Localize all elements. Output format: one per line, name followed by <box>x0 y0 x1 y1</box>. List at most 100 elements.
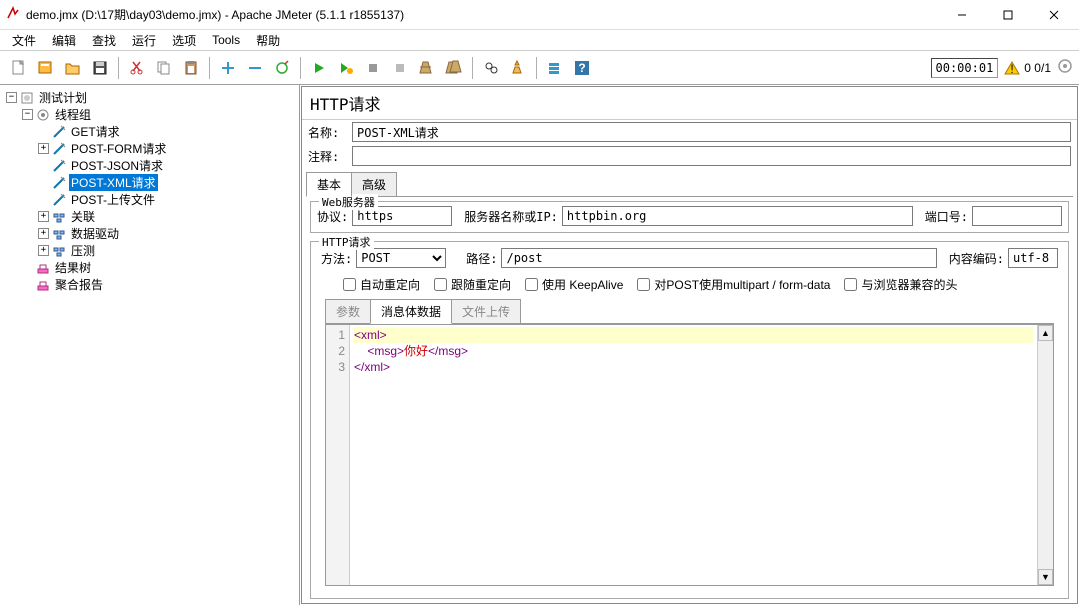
controller-icon <box>51 226 67 242</box>
sampler-icon <box>51 175 67 191</box>
scroll-up-icon[interactable]: ▲ <box>1038 325 1053 341</box>
app-icon <box>6 6 20 23</box>
toggle-icon[interactable] <box>269 55 295 81</box>
tree-toggle[interactable]: + <box>38 143 49 154</box>
tree-node-controller[interactable]: + 关联 <box>6 208 297 225</box>
tree-toggle[interactable]: − <box>22 109 33 120</box>
tree-node-sampler-selected[interactable]: POST-XML请求 <box>6 174 297 191</box>
tree-label[interactable]: POST-XML请求 <box>69 174 158 191</box>
menu-edit[interactable]: 编辑 <box>44 30 84 51</box>
tree-node-sampler[interactable]: + POST-FORM请求 <box>6 140 297 157</box>
listener-icon <box>35 260 51 276</box>
path-field[interactable] <box>501 248 936 268</box>
tree-label[interactable]: 压测 <box>69 242 97 259</box>
tree-panel[interactable]: − 测试计划 − 线程组 GET请求 + POST-FORM请求 <box>0 85 300 605</box>
tab-body-data[interactable]: 消息体数据 <box>370 299 452 324</box>
minimize-button[interactable] <box>939 1 985 29</box>
tree-label[interactable]: POST-JSON请求 <box>69 157 165 174</box>
clear-all-icon[interactable] <box>441 55 467 81</box>
tree-node-testplan[interactable]: − 测试计划 <box>6 89 297 106</box>
tree-label[interactable]: 测试计划 <box>37 89 89 106</box>
tree-toggle[interactable]: + <box>38 245 49 256</box>
listener-icon <box>35 277 51 293</box>
tree-node-listener[interactable]: 聚合报告 <box>6 276 297 293</box>
code-content[interactable]: <xml> <msg>你好</msg> </xml> <box>350 325 1037 585</box>
reset-search-icon[interactable] <box>505 55 531 81</box>
menu-options[interactable]: 选项 <box>164 30 204 51</box>
function-helper-icon[interactable] <box>542 55 568 81</box>
collapse-icon[interactable] <box>242 55 268 81</box>
maximize-button[interactable] <box>985 1 1031 29</box>
tree-toggle[interactable]: − <box>6 92 17 103</box>
tree-label[interactable]: 线程组 <box>53 106 93 123</box>
cb-browser-headers[interactable]: 与浏览器兼容的头 <box>844 276 957 293</box>
tree-label[interactable]: 数据驱动 <box>69 225 121 242</box>
menu-run[interactable]: 运行 <box>124 30 164 51</box>
clear-icon[interactable] <box>414 55 440 81</box>
tree-label[interactable]: POST-FORM请求 <box>69 140 168 157</box>
name-field[interactable] <box>352 122 1071 142</box>
stop-icon[interactable] <box>360 55 386 81</box>
paste-icon[interactable] <box>178 55 204 81</box>
server-field[interactable] <box>562 206 913 226</box>
editor-panel: HTTP请求 名称: 注释: 基本 高级 Web服务器 协议: 服务器名称或IP… <box>301 86 1078 604</box>
menu-search[interactable]: 查找 <box>84 30 124 51</box>
scroll-down-icon[interactable]: ▼ <box>1038 569 1053 585</box>
protocol-label: 协议: <box>317 208 348 225</box>
comments-field[interactable] <box>352 146 1071 166</box>
httprequest-legend: HTTP请求 <box>319 234 374 250</box>
tree-label[interactable]: 聚合报告 <box>53 276 105 293</box>
tree-toggle[interactable]: + <box>38 211 49 222</box>
tree-node-sampler[interactable]: POST-上传文件 <box>6 191 297 208</box>
error-count: ! 0 0/1 <box>1004 60 1051 76</box>
sampler-icon <box>51 158 67 174</box>
tree-label[interactable]: 关联 <box>69 208 97 225</box>
tab-basic[interactable]: 基本 <box>306 172 352 197</box>
encoding-field[interactable] <box>1008 248 1058 268</box>
port-label: 端口号: <box>925 208 968 225</box>
sampler-icon <box>51 124 67 140</box>
tree-label[interactable]: POST-上传文件 <box>69 191 157 208</box>
start-no-pause-icon[interactable] <box>333 55 359 81</box>
cb-follow-redirect[interactable]: 跟随重定向 <box>434 276 511 293</box>
tree-node-controller[interactable]: + 数据驱动 <box>6 225 297 242</box>
tree-node-listener[interactable]: 结果树 <box>6 259 297 276</box>
tree-node-threadgroup[interactable]: − 线程组 <box>6 106 297 123</box>
panel-title: HTTP请求 <box>302 87 1077 120</box>
tab-params[interactable]: 参数 <box>325 299 371 323</box>
port-field[interactable] <box>972 206 1062 226</box>
search-icon[interactable] <box>478 55 504 81</box>
cb-auto-redirect[interactable]: 自动重定向 <box>343 276 420 293</box>
menu-tools[interactable]: Tools <box>204 31 248 49</box>
expand-icon[interactable] <box>215 55 241 81</box>
close-button[interactable] <box>1031 1 1077 29</box>
method-select[interactable]: POST <box>356 248 446 268</box>
webserver-group: Web服务器 协议: 服务器名称或IP: 端口号: <box>310 201 1069 233</box>
cb-keepalive[interactable]: 使用 KeepAlive <box>525 276 623 293</box>
start-icon[interactable] <box>306 55 332 81</box>
tree-label[interactable]: 结果树 <box>53 259 93 276</box>
body-editor[interactable]: 1 2 3 <xml> <msg>你好</msg> </xml> ▲ ▼ <box>325 324 1054 586</box>
tree-node-sampler[interactable]: POST-JSON请求 <box>6 157 297 174</box>
menu-help[interactable]: 帮助 <box>248 30 288 51</box>
copy-icon[interactable] <box>151 55 177 81</box>
new-icon[interactable] <box>6 55 32 81</box>
tree-toggle[interactable]: + <box>38 228 49 239</box>
warning-icon: ! <box>1004 60 1020 76</box>
shutdown-icon[interactable] <box>387 55 413 81</box>
tab-advanced[interactable]: 高级 <box>351 172 397 196</box>
vertical-scrollbar[interactable]: ▲ ▼ <box>1037 325 1053 585</box>
cut-icon[interactable] <box>124 55 150 81</box>
help-icon[interactable]: ? <box>569 55 595 81</box>
open-icon[interactable] <box>60 55 86 81</box>
tree-node-sampler[interactable]: GET请求 <box>6 123 297 140</box>
tab-file-upload[interactable]: 文件上传 <box>451 299 521 323</box>
menu-file[interactable]: 文件 <box>4 30 44 51</box>
window-title: demo.jmx (D:\17期\day03\demo.jmx) - Apach… <box>26 6 404 23</box>
threadgroup-icon <box>35 107 51 123</box>
cb-multipart[interactable]: 对POST使用multipart / form-data <box>637 276 830 293</box>
tree-node-controller[interactable]: + 压测 <box>6 242 297 259</box>
templates-icon[interactable] <box>33 55 59 81</box>
save-icon[interactable] <box>87 55 113 81</box>
tree-label[interactable]: GET请求 <box>69 123 122 140</box>
